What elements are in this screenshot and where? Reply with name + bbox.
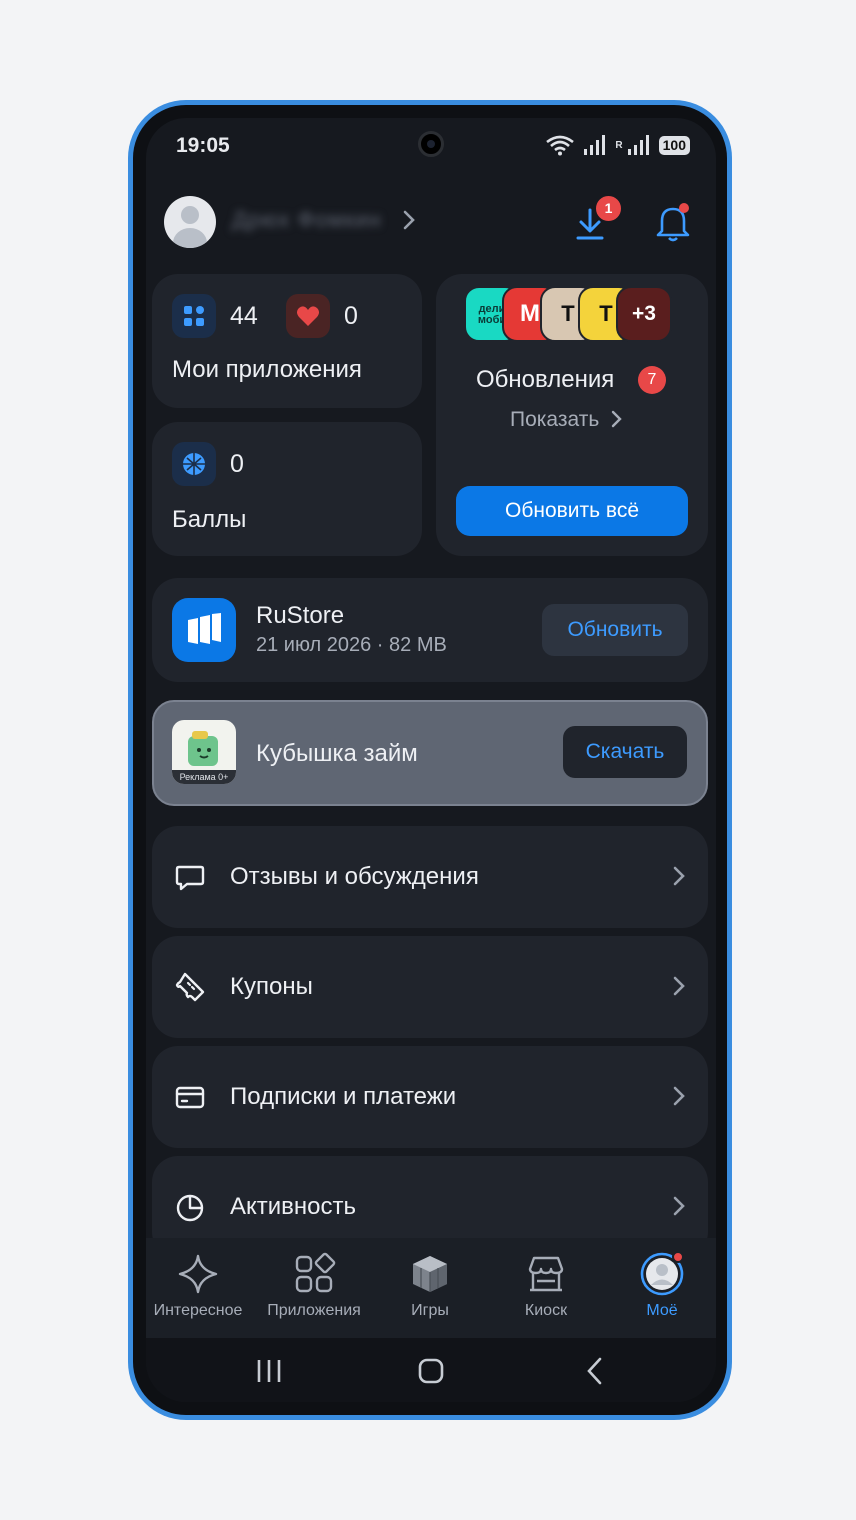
favorites-count: 0 — [344, 302, 358, 330]
nav-label: Моё — [646, 1302, 678, 1319]
back-icon[interactable] — [580, 1356, 610, 1386]
my-apps-title: Мои приложения — [172, 356, 362, 383]
menu-label: Активность — [230, 1193, 357, 1220]
my-apps-card[interactable]: 44 0 Мои приложения — [152, 274, 422, 408]
profile-header: Дрюх Фомкин 1 — [164, 194, 698, 248]
apps-grid-icon — [172, 294, 216, 338]
notifications-button[interactable] — [654, 200, 694, 244]
credit-card-icon — [175, 1086, 205, 1109]
nav-interesting[interactable]: Интересное — [146, 1252, 256, 1320]
points-count: 0 — [230, 450, 244, 478]
points-icon — [172, 442, 216, 486]
menu-item-subscriptions[interactable]: Подписки и платежи — [152, 1046, 708, 1148]
recent-apps-icon[interactable] — [254, 1356, 284, 1386]
points-title: Баллы — [172, 506, 247, 533]
pie-chart-icon — [176, 1194, 204, 1222]
sparkle-icon — [176, 1252, 220, 1296]
chevron-right-icon — [673, 976, 685, 996]
menu-item-reviews[interactable]: Отзывы и обсуждения — [152, 826, 708, 928]
profile-icon — [640, 1251, 684, 1296]
updates-count-badge: 7 — [638, 366, 666, 394]
heart-icon — [286, 294, 330, 338]
rustore-update-button[interactable]: Обновить — [542, 604, 688, 656]
rustore-app-icon — [172, 598, 236, 662]
battery-indicator: 100 — [658, 135, 690, 155]
chevron-right-icon[interactable] — [402, 208, 416, 239]
nav-kiosk[interactable]: Киоск — [488, 1252, 604, 1320]
nav-label: Игры — [411, 1302, 449, 1319]
ad-app-icon: Реклама 0+ — [172, 720, 236, 784]
bottom-navigation: Интересное Приложения Игры Киоск Моё — [146, 1238, 716, 1338]
nav-apps[interactable]: Приложения — [256, 1252, 372, 1320]
nav-label: Приложения — [267, 1302, 361, 1319]
download-badge: 1 — [594, 194, 623, 223]
nav-games[interactable]: Игры — [372, 1252, 488, 1320]
ad-download-button[interactable]: Скачать — [563, 726, 687, 778]
apps-count: 44 — [230, 302, 258, 330]
show-updates-label: Показать — [510, 408, 600, 431]
downloads-button[interactable]: 1 — [574, 194, 623, 244]
bell-icon — [656, 203, 690, 242]
points-card[interactable]: 0 Баллы — [152, 422, 422, 556]
front-camera — [418, 131, 444, 157]
ad-app-name: Кубышка займ — [256, 740, 418, 767]
menu-label: Купоны — [230, 973, 313, 1000]
nav-label: Интересное — [153, 1302, 243, 1319]
roaming-indicator: R — [615, 139, 623, 151]
show-updates-link[interactable]: Показать — [510, 408, 623, 432]
avatar[interactable] — [164, 196, 216, 248]
status-time: 19:05 — [176, 134, 230, 157]
updates-app-icons: дели моби М Т Т +3 — [464, 286, 684, 344]
updates-card: дели моби М Т Т +3 Обновления 7 Показать … — [436, 274, 708, 556]
system-navigation-bar — [146, 1338, 716, 1402]
chevron-right-icon — [673, 1196, 685, 1216]
chevron-right-icon — [673, 866, 685, 886]
menu-label: Отзывы и обсуждения — [230, 863, 479, 890]
wifi-icon — [546, 135, 575, 156]
chevron-right-icon — [673, 1086, 685, 1106]
rustore-app-name: RuStore — [256, 602, 345, 629]
signal-icon — [584, 135, 606, 155]
nav-mine[interactable]: Моё — [604, 1251, 716, 1320]
menu-label: Подписки и платежи — [230, 1083, 457, 1110]
rustore-app-meta: 21 июл 2026 · 82 MB — [256, 634, 447, 656]
chat-bubble-icon — [175, 865, 205, 891]
home-icon[interactable] — [416, 1356, 446, 1386]
kiosk-icon — [524, 1252, 568, 1296]
ticket-icon — [175, 972, 205, 1002]
apps-grid-icon — [292, 1252, 336, 1296]
signal-roaming-icon — [627, 135, 649, 155]
games-cube-icon — [408, 1252, 452, 1296]
more-updates-icon: +3 — [616, 286, 672, 342]
username[interactable]: Дрюх Фомкин — [232, 207, 382, 233]
ad-label: Реклама 0+ — [172, 770, 236, 784]
status-bar: 19:05 R 100 — [146, 118, 716, 174]
ad-app-card[interactable]: Реклама 0+ Кубышка займ Скачать — [152, 700, 708, 806]
rustore-update-card[interactable]: RuStore 21 июл 2026 · 82 MB Обновить — [152, 578, 708, 682]
menu-item-coupons[interactable]: Купоны — [152, 936, 708, 1038]
updates-title: Обновления — [476, 366, 615, 393]
update-all-button[interactable]: Обновить всё — [456, 486, 688, 536]
status-icons: R 100 — [545, 134, 690, 156]
nav-label: Киоск — [524, 1302, 568, 1319]
chevron-right-icon — [611, 410, 622, 428]
screen: 19:05 R 100 Дрюх Фомкин 1 44 0 Мои прило… — [146, 118, 716, 1402]
